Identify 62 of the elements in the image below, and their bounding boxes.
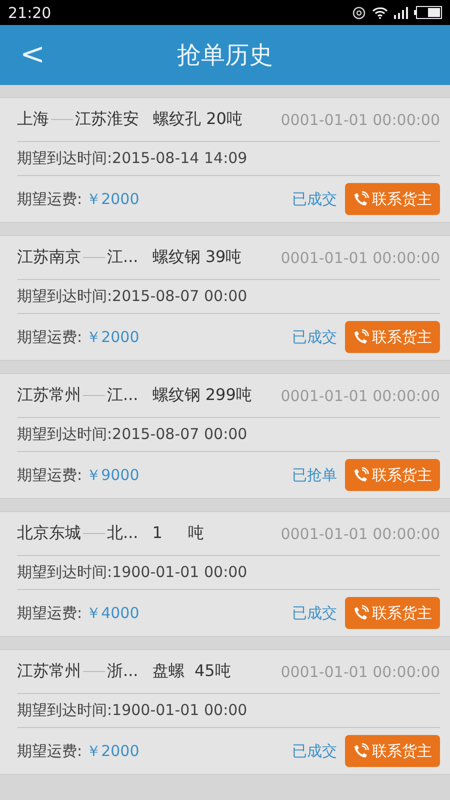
arrival-time: 期望到达时间:1900-01-01 00:00 — [17, 563, 248, 582]
back-button[interactable]: < — [14, 37, 52, 72]
destination-city: 江苏淮安 — [75, 109, 139, 130]
route-line — [83, 533, 105, 534]
phone-icon — [353, 191, 369, 207]
wifi-icon — [372, 6, 388, 19]
destination-city: 江... — [107, 247, 138, 268]
route-line — [83, 671, 105, 672]
fee-value: ￥2000 — [86, 190, 140, 208]
contact-button[interactable]: 联系货主 — [345, 597, 440, 629]
arrival-time: 期望到达时间:2015-08-14 14:09 — [17, 149, 248, 168]
cargo-info: 螺纹钢 39吨 — [152, 247, 242, 268]
clock-time: 21:20 — [8, 4, 52, 22]
fee-label: 期望运费: — [17, 190, 82, 208]
contact-button[interactable]: 联系货主 — [345, 183, 440, 215]
fee-label: 期望运费: — [17, 466, 82, 484]
destination-city: 北... — [107, 523, 138, 544]
phone-icon — [353, 743, 369, 759]
cargo-info: 螺纹钢 299吨 — [152, 385, 252, 406]
posted-time: 0001-01-01 00:00:00 — [280, 386, 440, 404]
order-status: 已成交 — [292, 190, 337, 208]
route-line — [83, 257, 105, 258]
contact-button[interactable]: 联系货主 — [345, 459, 440, 491]
posted-time: 0001-01-01 00:00:00 — [280, 524, 440, 542]
origin-city: 江苏南京 — [17, 247, 81, 268]
destination-city: 浙... — [107, 661, 138, 682]
battery-icon — [414, 6, 442, 19]
order-status: 已成交 — [292, 328, 337, 346]
destination-city: 江... — [107, 385, 138, 406]
hotspot-icon — [352, 6, 366, 20]
fee-value: ￥2000 — [86, 328, 140, 346]
cargo-info: 螺纹孔 20吨 — [153, 109, 242, 130]
phone-icon — [353, 467, 369, 483]
fee-value: ￥4000 — [86, 604, 140, 622]
arrival-time: 期望到达时间:1900-01-01 00:00 — [17, 701, 248, 720]
fee-label: 期望运费: — [17, 604, 82, 622]
route-line — [51, 119, 73, 120]
posted-time: 0001-01-01 00:00:00 — [280, 248, 440, 266]
signal-icon — [394, 6, 408, 18]
fee-value: ￥9000 — [86, 466, 140, 484]
phone-icon — [353, 605, 369, 621]
contact-button[interactable]: 联系货主 — [345, 735, 440, 767]
arrival-time: 期望到达时间:2015-08-07 00:00 — [17, 425, 248, 444]
origin-city: 江苏常州 — [17, 385, 81, 406]
arrival-time: 期望到达时间:2015-08-07 00:00 — [17, 287, 248, 306]
page-title: 抢单历史 — [177, 40, 273, 71]
order-status: 已成交 — [292, 604, 337, 622]
posted-time: 0001-01-01 00:00:00 — [280, 662, 440, 680]
posted-time: 0001-01-01 00:00:00 — [280, 110, 440, 128]
phone-icon — [353, 329, 369, 345]
route-line — [83, 395, 105, 396]
contact-button[interactable]: 联系货主 — [345, 321, 440, 353]
order-status: 已抢单 — [292, 466, 337, 484]
cargo-info: 盘螺 45吨 — [152, 661, 231, 682]
fee-label: 期望运费: — [17, 328, 82, 346]
origin-city: 北京东城 — [17, 523, 81, 544]
origin-city: 江苏常州 — [17, 661, 81, 682]
origin-city: 上海 — [17, 109, 49, 130]
fee-label: 期望运费: — [17, 742, 82, 760]
cargo-info: 1 吨 — [152, 523, 204, 544]
fee-value: ￥2000 — [86, 742, 140, 760]
order-status: 已成交 — [292, 742, 337, 760]
